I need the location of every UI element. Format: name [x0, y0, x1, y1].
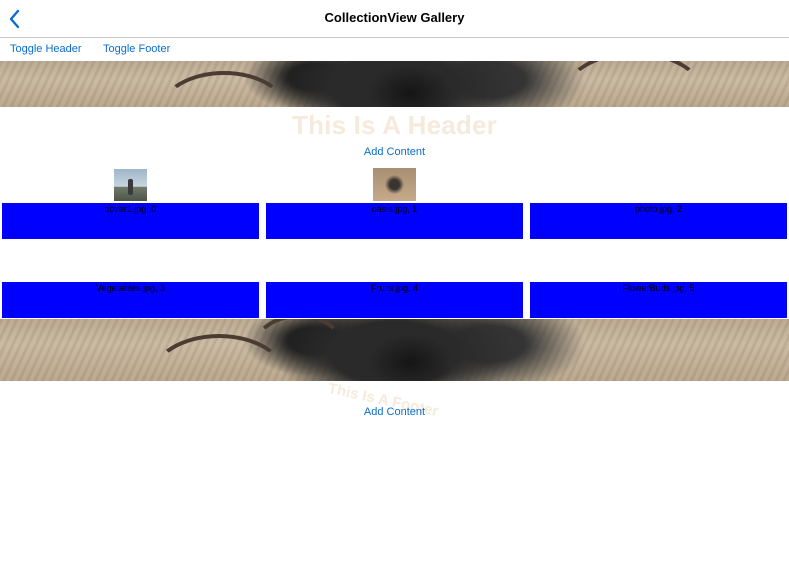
collection-cell-3[interactable]: Vegetables.jpg, 3	[2, 282, 259, 318]
page-title: CollectionView Gallery	[324, 10, 465, 25]
collection-cell-5[interactable]: FlowerBuds.jpg, 5	[530, 282, 787, 318]
item-thumbnail-1	[373, 168, 416, 201]
toggle-footer-button[interactable]: Toggle Footer	[103, 43, 170, 55]
app-window: CollectionView Gallery Toggle Header Tog…	[0, 0, 789, 563]
footer-background-image	[0, 319, 789, 381]
cell-label: cover1.jpg, 0	[104, 204, 157, 214]
header-background-image	[0, 61, 789, 107]
collection-cell-0[interactable]: cover1.jpg, 0	[2, 203, 259, 239]
cell-label: Fruits.jpg, 4	[370, 283, 419, 293]
cell-label: oasis.jpg, 1	[371, 204, 418, 214]
header-add-content-link[interactable]: Add Content	[0, 146, 789, 158]
cell-label: FlowerBuds.jpg, 5	[622, 283, 695, 293]
item-thumbnail-0	[114, 169, 147, 201]
collection-cell-1[interactable]: oasis.jpg, 1	[266, 203, 523, 239]
navigation-bar: CollectionView Gallery	[0, 0, 789, 38]
collection-cell-2[interactable]: photo.jpg, 2	[530, 203, 787, 239]
footer-add-content-link[interactable]: Add Content	[0, 406, 789, 418]
cell-label: Vegetables.jpg, 3	[95, 283, 166, 293]
header-title: This Is A Header	[291, 110, 497, 140]
toolbar: Toggle Header Toggle Footer	[0, 38, 789, 61]
toggle-header-button[interactable]: Toggle Header	[10, 43, 82, 55]
cell-label: photo.jpg, 2	[634, 204, 683, 214]
collection-cell-4[interactable]: Fruits.jpg, 4	[266, 282, 523, 318]
